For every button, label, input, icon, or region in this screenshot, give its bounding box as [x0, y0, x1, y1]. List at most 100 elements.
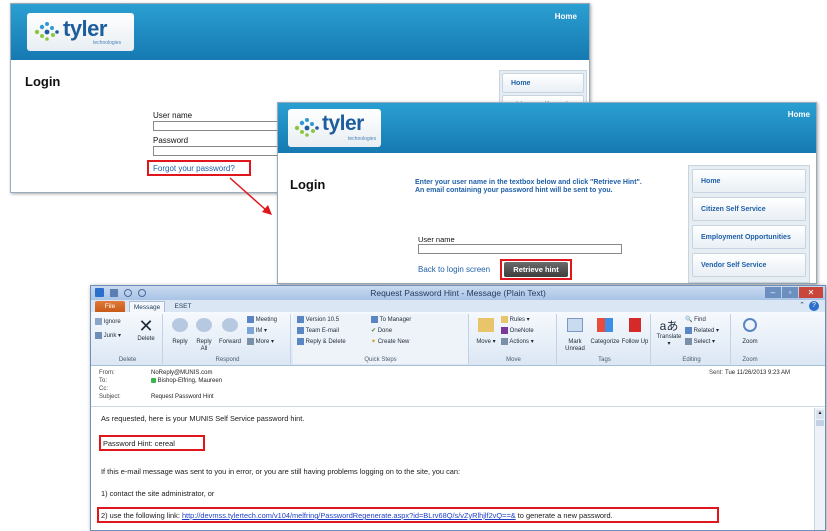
select-icon: [685, 338, 692, 345]
move-group: Move ▾ Rules ▾ OneNote Actions ▾ Move: [471, 314, 557, 364]
sent-label: Sent:: [709, 370, 724, 376]
reply-all-button[interactable]: Reply All: [193, 318, 215, 353]
scroll-up-icon[interactable]: ▲: [816, 410, 824, 419]
delete-button[interactable]: ✕ Delete: [133, 316, 159, 343]
tab-file[interactable]: File: [95, 301, 125, 312]
forward-icon: [222, 318, 238, 332]
retrieve-hint-button[interactable]: Retrieve hint: [504, 262, 568, 277]
editing-group-label: Editing: [682, 357, 701, 363]
sent-value: Tue 11/26/2013 9:23 AM: [725, 370, 791, 376]
quickstep-to-manager[interactable]: To Manager: [371, 316, 411, 323]
move-group-label: Move: [506, 357, 521, 363]
quickstep-create-new[interactable]: ✦ Create New: [371, 338, 409, 345]
sidebar-item-home[interactable]: Home: [692, 169, 806, 193]
back-to-login-link[interactable]: Back to login screen: [418, 265, 490, 274]
categorize-icon: [597, 318, 613, 332]
actions-button[interactable]: Actions ▾: [501, 338, 534, 345]
cc-label: Cc:: [99, 386, 108, 392]
tab-eset[interactable]: ESET: [169, 301, 197, 312]
related-icon: [685, 327, 692, 334]
sidebar-item-employment-opportunities[interactable]: Employment Opportunities: [692, 225, 806, 249]
tags-group: Mark Unread Categorize Follow Up Tags: [559, 314, 651, 364]
team-email-icon: [297, 327, 304, 334]
nav-home-link[interactable]: Home: [788, 110, 810, 119]
from-label: From:: [99, 370, 115, 376]
select-button[interactable]: Select ▾: [685, 338, 715, 345]
respond-group-label: Respond: [215, 357, 240, 363]
retrieve-hint-instructions: Enter your user name in the textbox belo…: [415, 179, 642, 194]
junk-button[interactable]: Junk ▾: [95, 332, 121, 339]
ribbon-collapse-icon[interactable]: ⌃: [799, 301, 805, 309]
reply-icon: [172, 318, 188, 332]
follow-up-button[interactable]: Follow Up: [621, 318, 649, 346]
flag-icon: [629, 318, 641, 332]
maximize-icon[interactable]: ▫: [782, 287, 798, 298]
tab-message[interactable]: Message: [129, 301, 165, 312]
sidebar-nav: Home Citizen Self Service Employment Opp…: [688, 165, 810, 283]
onenote-icon: [501, 327, 508, 334]
meeting-button[interactable]: Meeting: [247, 316, 277, 323]
ribbon-tabs: File Message ESET ? ⌃: [91, 300, 825, 312]
to-value[interactable]: Bishop-Elfring, Maureen: [151, 378, 222, 384]
translate-button[interactable]: aあ Translate ▾: [655, 318, 683, 348]
help-icon[interactable]: ?: [809, 301, 819, 311]
tyler-logo-icon: [294, 118, 319, 137]
quickstep-done[interactable]: ✔ Done: [371, 327, 392, 334]
respond-group: Reply Reply All Forward Meeting IM ▾ Mor…: [165, 314, 291, 364]
categorize-button[interactable]: Categorize: [589, 318, 621, 346]
mark-unread-button[interactable]: Mark Unread: [561, 318, 589, 353]
username-input[interactable]: [418, 244, 622, 254]
delete-group: Ignore Junk ▾ ✕ Delete Delete: [93, 314, 163, 364]
delete-group-label: Delete: [118, 357, 137, 363]
scrollbar-grip-icon[interactable]: [816, 420, 824, 426]
ignore-button[interactable]: Ignore: [95, 318, 121, 325]
message-body: As requested, here is your MUNIS Self Se…: [91, 408, 815, 530]
tags-group-label: Tags: [598, 357, 611, 363]
quick-steps-group: Version 10.5 Team E-mail Reply & Delete …: [293, 314, 469, 364]
onenote-button[interactable]: OneNote: [501, 327, 534, 334]
quickstep-version[interactable]: Version 10.5: [297, 316, 339, 323]
forward-button[interactable]: Forward: [217, 318, 243, 346]
find-button[interactable]: 🔍 Find: [685, 316, 706, 323]
subject-value: Request Password Hint: [151, 394, 214, 400]
close-icon[interactable]: ✕: [799, 287, 823, 298]
sidebar-item-citizen-self-service[interactable]: Citizen Self Service: [692, 197, 806, 221]
sidebar-item-vendor-self-service[interactable]: Vendor Self Service: [692, 253, 806, 277]
rules-button[interactable]: Rules ▾: [501, 316, 530, 323]
logo-wordmark: tyler: [322, 112, 364, 135]
im-button[interactable]: IM ▾: [247, 327, 267, 334]
zoom-button[interactable]: Zoom: [737, 318, 763, 346]
reply-button[interactable]: Reply: [169, 318, 191, 346]
im-icon: [247, 327, 254, 334]
reply-delete-icon: [297, 338, 304, 345]
delete-x-icon: ✕: [138, 316, 154, 336]
to-label: To:: [99, 378, 108, 384]
more-button[interactable]: More ▾: [247, 338, 274, 345]
actions-icon: [501, 338, 508, 345]
username-label: User name: [418, 235, 455, 244]
move-button[interactable]: Move ▾: [475, 318, 497, 346]
minimize-icon[interactable]: –: [765, 287, 781, 298]
mark-unread-icon: [567, 318, 583, 332]
quickstep-team-email[interactable]: Team E-mail: [297, 327, 339, 334]
vertical-scrollbar[interactable]: ▲: [814, 408, 825, 530]
find-icon: 🔍: [685, 317, 693, 323]
related-button[interactable]: Related ▾: [685, 327, 719, 334]
ignore-icon: [95, 318, 102, 325]
portal-header-banner: tyler technologies Home: [278, 103, 816, 153]
from-value[interactable]: NoReply@MUNIS.com: [151, 370, 212, 376]
body-option-1: 1) contact the site administrator, or: [101, 489, 215, 498]
quickstep-reply-delete[interactable]: Reply & Delete: [297, 338, 346, 345]
retrieve-hint-window: tyler technologies Home Login Enter your…: [277, 102, 817, 284]
subject-label: Subject:: [99, 394, 121, 400]
body-intro: As requested, here is your MUNIS Self Se…: [101, 414, 305, 423]
editing-group: aあ Translate ▾ 🔍 Find Related ▾ Select ▾ …: [653, 314, 731, 364]
body-error-notice: If this e-mail message was sent to you i…: [101, 467, 461, 476]
check-icon: ✔: [371, 328, 377, 334]
more-icon: [247, 338, 254, 345]
password-regenerate-link[interactable]: http://devmss.tylertech.com/v104/melfrin…: [182, 511, 516, 520]
window-title: Request Password Hint - Message (Plain T…: [370, 288, 546, 298]
password-hint: Password Hint: cereal: [103, 439, 175, 448]
reply-all-icon: [196, 318, 212, 332]
quickstep-icon: [297, 316, 304, 323]
